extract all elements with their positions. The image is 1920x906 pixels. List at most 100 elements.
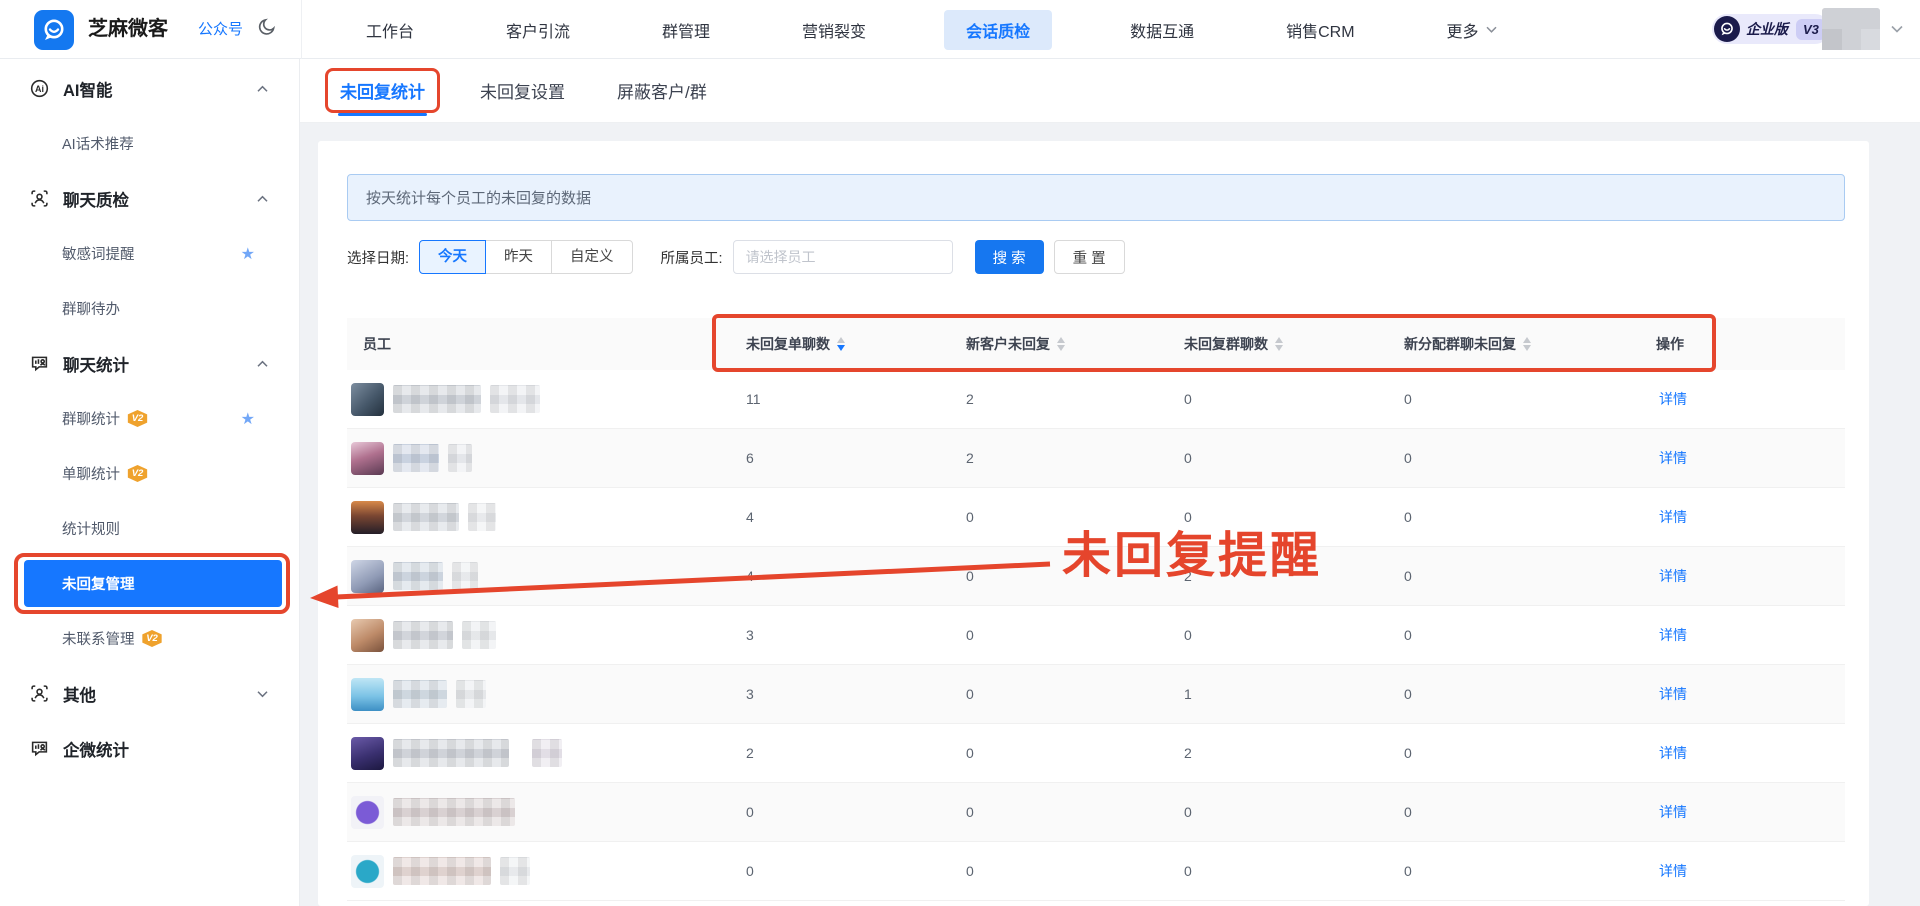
user-menu-chevron-down-icon[interactable]	[1890, 24, 1904, 34]
top-nav-item-7[interactable]: 销售CRM	[1272, 10, 1368, 50]
value-cell-4: 0	[1388, 863, 1640, 879]
value-cell-2: 0	[950, 863, 1168, 879]
table-row: 11200详情	[347, 370, 1845, 429]
detail-link[interactable]: 详情	[1640, 450, 1687, 466]
section-chevron-up-icon[interactable]	[256, 194, 269, 203]
sort-carets-icon[interactable]	[837, 337, 845, 351]
top-nav-item-3[interactable]: 群管理	[648, 10, 724, 50]
sort-carets-icon[interactable]	[1275, 337, 1283, 351]
sidebar-item-12[interactable]: 其他	[0, 666, 299, 721]
sidebar-item-label: 单聊统计	[62, 463, 120, 484]
v2-badge: V2	[127, 465, 148, 482]
sidebar-item-13[interactable]: 企微统计	[0, 721, 299, 776]
redacted-employee-name	[393, 621, 453, 649]
value-cell-4: 0	[1388, 627, 1640, 643]
column-header-label: 新客户未回复	[966, 334, 1050, 354]
reset-button[interactable]: 重 置	[1054, 240, 1125, 274]
column-header-1: 员工	[347, 334, 730, 354]
redacted-employee-name	[393, 444, 439, 472]
redacted-employee-name	[393, 385, 481, 413]
table-row: 4000详情	[347, 488, 1845, 547]
user-avatar[interactable]	[1822, 8, 1880, 50]
top-nav-item-label: 数据互通	[1130, 18, 1194, 42]
employee-avatar	[351, 383, 384, 416]
top-nav-item-4[interactable]: 营销裂变	[788, 10, 880, 50]
sidebar-item-10[interactable]: 未回复管理	[0, 556, 299, 611]
sidebar-item-label: 其他	[63, 682, 96, 706]
employee-avatar	[351, 737, 384, 770]
tab-3[interactable]: 屏蔽客户/群	[605, 72, 719, 109]
value-cell-2: 0	[950, 627, 1168, 643]
top-nav-item-8[interactable]: 更多	[1433, 10, 1512, 50]
employee-cell	[347, 796, 730, 829]
sort-carets-icon[interactable]	[1057, 337, 1065, 351]
official-account-link[interactable]: 公众号	[198, 0, 243, 59]
redacted-employee-name	[393, 503, 459, 531]
sidebar-item-label: 群聊统计	[62, 408, 120, 429]
top-nav-item-label: 营销裂变	[802, 18, 866, 42]
detail-link[interactable]: 详情	[1640, 627, 1687, 643]
value-cell-2: 0	[950, 745, 1168, 761]
value-cell-2: 2	[950, 450, 1168, 466]
value-cell-3: 0	[1168, 391, 1388, 407]
sidebar-item-9[interactable]: 统计规则	[0, 501, 299, 556]
top-nav-item-1[interactable]: 工作台	[352, 10, 428, 50]
search-button[interactable]: 搜 索	[975, 240, 1044, 274]
value-cell-1: 3	[730, 686, 950, 702]
sidebar-item-3[interactable]: 聊天质检	[0, 171, 299, 226]
date-option-2[interactable]: 昨天	[485, 240, 552, 274]
top-nav: 工作台 客户引流 群管理 营销裂变 会话质检 数据互通 销售CRM 更多	[330, 0, 1512, 59]
topbar-divider	[301, 0, 302, 59]
column-header-5: 新分配群聊未回复	[1388, 334, 1640, 354]
value-cell-2: 0	[950, 804, 1168, 820]
value-cell-3: 0	[1168, 509, 1388, 525]
favorite-star-icon[interactable]: ★	[241, 244, 255, 264]
sidebar-item-1[interactable]: AiAI智能	[0, 61, 299, 116]
sidebar-item-6[interactable]: 聊天统计	[0, 336, 299, 391]
sidebar-item-5[interactable]: 群聊待办	[0, 281, 299, 336]
top-nav-item-2[interactable]: 客户引流	[492, 10, 584, 50]
redacted-employee-name	[452, 562, 478, 590]
detail-link[interactable]: 详情	[1640, 745, 1687, 761]
sidebar-item-4[interactable]: 敏感词提醒★	[0, 226, 299, 281]
date-option-1[interactable]: 今天	[419, 240, 486, 274]
detail-link[interactable]: 详情	[1640, 863, 1687, 879]
sidebar-item-8[interactable]: 单聊统计 V2	[0, 446, 299, 501]
section-chevron-up-icon[interactable]	[256, 359, 269, 368]
top-nav-item-6[interactable]: 数据互通	[1116, 10, 1208, 50]
v2-badge: V2	[142, 630, 163, 647]
action-cell: 详情	[1640, 802, 1845, 822]
value-cell-1: 0	[730, 804, 950, 820]
redacted-employee-name	[456, 680, 486, 708]
action-cell: 详情	[1640, 625, 1845, 645]
tab-1[interactable]: 未回复统计	[325, 68, 440, 113]
value-cell-3: 1	[1168, 686, 1388, 702]
detail-link[interactable]: 详情	[1640, 686, 1687, 702]
column-header-label: 操作	[1656, 334, 1684, 354]
dark-mode-icon[interactable]	[256, 16, 278, 38]
section-chevron-down-icon[interactable]	[256, 689, 269, 698]
table-row: 6200详情	[347, 429, 1845, 488]
sidebar-item-label: 群聊待办	[62, 298, 120, 319]
staff-select-input[interactable]	[733, 240, 953, 274]
sidebar-item-7[interactable]: 群聊统计V2★	[0, 391, 299, 446]
section-chevron-up-icon[interactable]	[256, 84, 269, 93]
table-row: 0000详情	[347, 783, 1845, 842]
date-option-3[interactable]: 自定义	[551, 240, 633, 274]
tab-2[interactable]: 未回复设置	[468, 72, 577, 109]
detail-link[interactable]: 详情	[1640, 391, 1687, 407]
top-nav-item-5[interactable]: 会话质检	[944, 10, 1052, 50]
chat-stats-icon	[30, 739, 49, 758]
value-cell-4: 0	[1388, 804, 1640, 820]
value-cell-2: 0	[950, 509, 1168, 525]
sort-carets-icon[interactable]	[1523, 337, 1531, 351]
top-bar: 芝麻微客 公众号 工作台客户引流群管理营销裂变会话质检数据互通销售CRM更多 企…	[0, 0, 1920, 59]
unreplied-stats-table: 员工未回复单聊数新客户未回复未回复群聊数新分配群聊未回复操作 11200详情 6…	[347, 318, 1845, 901]
detail-link[interactable]: 详情	[1640, 509, 1687, 525]
detail-link[interactable]: 详情	[1640, 568, 1687, 584]
value-cell-1: 0	[730, 863, 950, 879]
detail-link[interactable]: 详情	[1640, 804, 1687, 820]
favorite-star-icon[interactable]: ★	[241, 409, 255, 429]
sidebar-item-11[interactable]: 未联系管理V2	[0, 611, 299, 666]
sidebar-item-2[interactable]: AI话术推荐	[0, 116, 299, 171]
